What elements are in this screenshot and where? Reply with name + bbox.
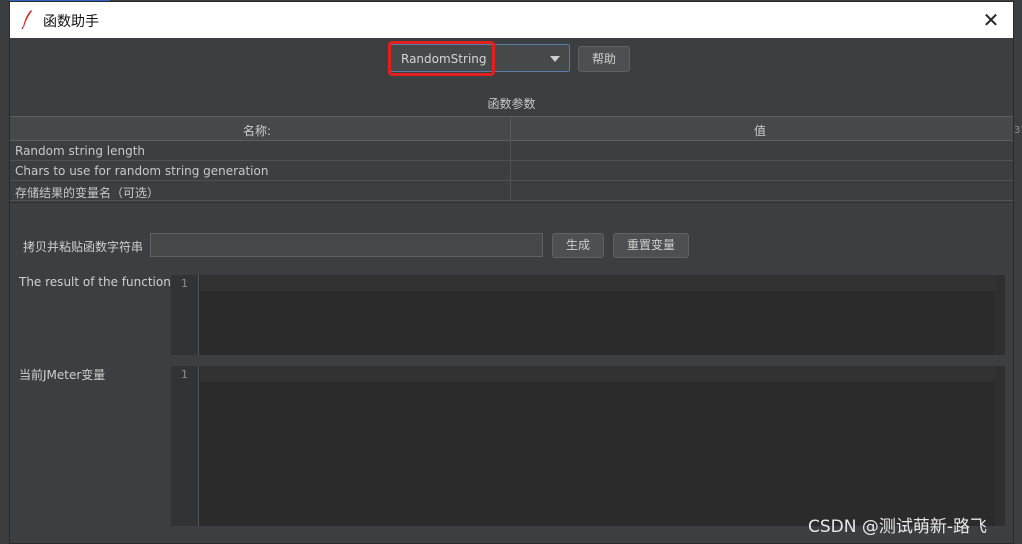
param-name: Random string length: [15, 144, 146, 158]
params-table-header: 名称: 值: [10, 116, 1013, 141]
params-title: 函数参数: [487, 97, 536, 111]
background-right-text: 37: [1014, 125, 1022, 136]
result-label: The result of the function is: [19, 275, 185, 289]
table-row[interactable]: Chars to use for random string generatio…: [10, 161, 1013, 181]
function-select[interactable]: RandomString: [389, 44, 570, 72]
function-string-input[interactable]: [150, 233, 543, 257]
function-helper-dialog: 函数助手 ✕ RandomString 帮助 函数参数 名称: 值 Random…: [9, 1, 1014, 544]
close-button[interactable]: ✕: [977, 6, 1005, 34]
current-line-highlight: [200, 275, 995, 291]
line-number: 1: [181, 368, 188, 381]
window-title: 函数助手: [43, 14, 99, 30]
scrollbar[interactable]: [995, 275, 1005, 355]
jmeter-variables-text-area[interactable]: 1: [171, 366, 1005, 526]
jmeter-feather-icon: [21, 10, 32, 29]
chevron-down-icon: [550, 56, 560, 62]
params-table: 名称: 值 Random string length Chars to use …: [10, 116, 1013, 201]
help-button[interactable]: 帮助: [578, 46, 630, 72]
background-left-edge: [0, 0, 9, 544]
table-row[interactable]: 存储结果的变量名（可选）: [10, 181, 1013, 201]
close-icon: ✕: [982, 8, 1000, 32]
scrollbar[interactable]: [995, 366, 1005, 526]
generate-button[interactable]: 生成: [552, 233, 604, 258]
header-value: 值: [754, 124, 767, 138]
column-divider[interactable]: [510, 117, 511, 141]
param-name: Chars to use for random string generatio…: [15, 164, 269, 178]
result-text-area[interactable]: 1: [171, 275, 1005, 355]
reset-variables-button[interactable]: 重置变量: [613, 233, 689, 258]
line-number: 1: [181, 277, 188, 290]
title-bar: 函数助手 ✕: [10, 2, 1013, 38]
table-divider: [10, 202, 1013, 212]
line-number-gutter: 1: [171, 275, 199, 355]
current-line-highlight: [200, 366, 995, 382]
column-divider: [510, 161, 511, 181]
header-name: 名称:: [243, 124, 272, 138]
function-string-label: 拷贝并粘贴函数字符串: [23, 240, 144, 254]
function-select-value: RandomString: [401, 52, 487, 66]
jmeter-variables-label: 当前JMeter变量: [19, 368, 106, 382]
background-right-edge: [1014, 0, 1022, 544]
param-name: 存储结果的变量名（可选）: [15, 186, 160, 200]
column-divider: [510, 141, 511, 161]
watermark-text: CSDN @测试萌新-路飞: [808, 517, 988, 537]
table-row[interactable]: Random string length: [10, 141, 1013, 161]
line-number-gutter: 1: [171, 366, 199, 526]
column-divider: [510, 181, 511, 201]
